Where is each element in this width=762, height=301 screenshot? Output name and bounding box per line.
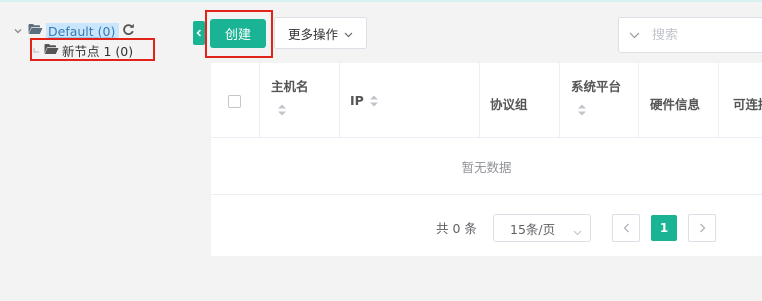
- column-ip[interactable]: IP: [340, 63, 480, 138]
- select-all-checkbox[interactable]: [228, 95, 241, 108]
- column-label: 可连接: [733, 97, 762, 112]
- folder-open-icon: [28, 23, 43, 39]
- page-number-current[interactable]: 1: [651, 215, 677, 241]
- column-platform[interactable]: 系统平台: [560, 63, 639, 138]
- more-actions-label: 更多操作: [287, 26, 338, 42]
- tree-node-label[interactable]: Default (0): [46, 22, 120, 40]
- chevron-down-icon: [344, 26, 353, 41]
- column-select: [211, 63, 260, 138]
- column-label: 系统平台: [571, 79, 622, 94]
- assets-table: 主机名 IP 协议组 系统平台 硬件信息 可连接 暂无数据: [211, 63, 762, 256]
- chevron-down-icon[interactable]: [10, 23, 26, 39]
- refresh-icon[interactable]: [122, 23, 135, 40]
- node-tree: Default (0) 新节点 1 (0): [0, 0, 200, 301]
- pagination-total: 共 0 条: [436, 221, 477, 236]
- page-size-value: 15条/页: [510, 221, 556, 237]
- column-label: 协议组: [490, 97, 528, 112]
- chevron-down-icon[interactable]: [629, 28, 640, 43]
- column-hardware: 硬件信息: [639, 63, 719, 138]
- collapse-sidebar-button[interactable]: [193, 21, 205, 45]
- column-label: 主机名: [271, 79, 309, 94]
- column-protocols: 协议组: [480, 63, 560, 138]
- column-connectivity: 可连接: [719, 63, 762, 138]
- chevron-right-icon: [699, 223, 705, 233]
- next-page-button[interactable]: [688, 214, 716, 242]
- chevron-left-icon: [196, 29, 202, 37]
- table-header: 主机名 IP 协议组 系统平台 硬件信息 可连接: [211, 63, 762, 138]
- search-box[interactable]: [618, 17, 762, 53]
- search-input[interactable]: [652, 27, 752, 43]
- column-label: 硬件信息: [650, 97, 701, 112]
- chevron-left-icon: [623, 223, 629, 233]
- empty-state: 暂无数据: [211, 139, 762, 195]
- highlight-box: [30, 38, 155, 61]
- column-label: IP: [350, 93, 364, 108]
- highlight-box: [205, 10, 273, 58]
- chevron-down-icon: [573, 224, 582, 239]
- sort-icon[interactable]: [577, 103, 587, 117]
- more-actions-dropdown[interactable]: 更多操作: [274, 17, 367, 49]
- page-size-select[interactable]: 15条/页: [493, 214, 591, 242]
- prev-page-button[interactable]: [612, 214, 640, 242]
- sort-icon[interactable]: [369, 94, 379, 108]
- column-hostname[interactable]: 主机名: [260, 63, 340, 138]
- sort-icon[interactable]: [277, 103, 287, 117]
